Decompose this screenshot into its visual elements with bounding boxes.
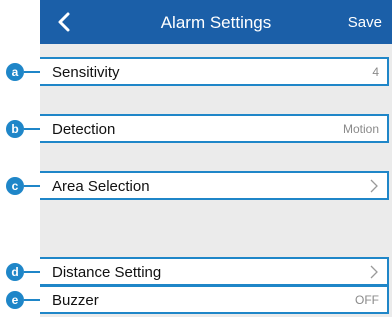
- callout-badge-d: d: [6, 263, 24, 281]
- detection-label: Detection: [52, 121, 116, 138]
- sensitivity-row[interactable]: Sensitivity 4: [40, 57, 389, 86]
- page-title: Alarm Settings: [160, 13, 272, 32]
- buzzer-value: OFF: [355, 293, 379, 307]
- callout-connector-c: [24, 185, 41, 187]
- detection-row[interactable]: Detection Motion: [40, 114, 389, 143]
- phone-screen: Alarm Settings Save Sensitivity 4 Detect…: [40, 0, 392, 317]
- callout-badge-e: e: [6, 291, 24, 309]
- buzzer-row[interactable]: Buzzer OFF: [40, 285, 389, 314]
- chevron-right-icon: [370, 265, 378, 279]
- callout-badge-a: a: [6, 63, 24, 81]
- callout-badge-b: b: [6, 120, 24, 138]
- sensitivity-value: 4: [372, 65, 379, 79]
- chevron-right-icon: [370, 179, 378, 193]
- distance-setting-label: Distance Setting: [52, 264, 162, 281]
- detection-value: Motion: [342, 122, 379, 136]
- area-selection-label: Area Selection: [52, 178, 150, 195]
- sensitivity-label: Sensitivity: [52, 64, 120, 81]
- buzzer-label: Buzzer: [52, 292, 99, 309]
- callout-connector-a: [24, 71, 41, 73]
- navigation-bar: Alarm Settings Save: [40, 0, 392, 44]
- callout-connector-e: [24, 299, 41, 301]
- distance-setting-row[interactable]: Distance Setting: [40, 257, 389, 286]
- callout-connector-d: [24, 271, 41, 273]
- callout-badge-c: c: [6, 177, 24, 195]
- area-selection-row[interactable]: Area Selection: [40, 171, 389, 200]
- save-button[interactable]: Save: [348, 14, 382, 31]
- callout-connector-b: [24, 128, 41, 130]
